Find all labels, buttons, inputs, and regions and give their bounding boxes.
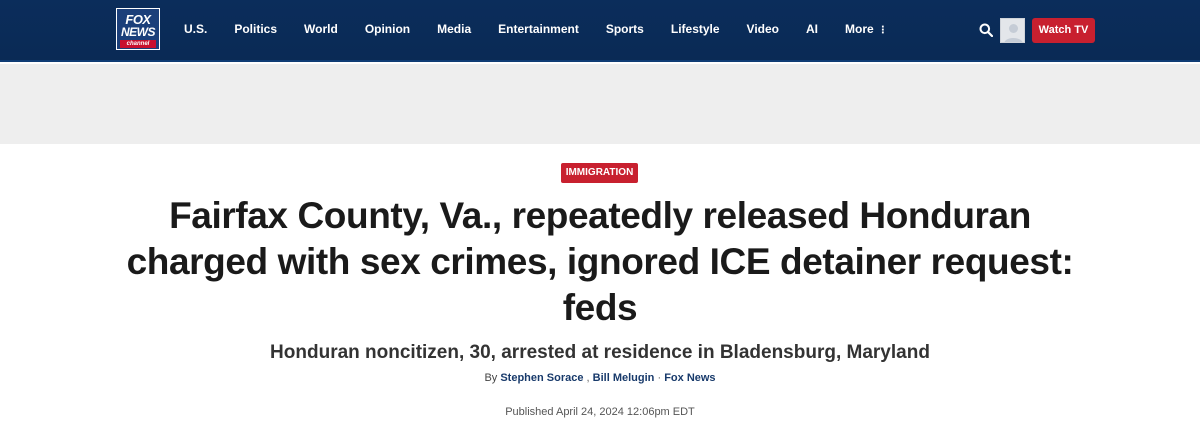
nav-item-opinion[interactable]: Opinion: [365, 22, 410, 36]
nav-item-more[interactable]: More ⋮: [845, 22, 888, 36]
nav-item-sports[interactable]: Sports: [606, 22, 644, 36]
logo-line-3: channel: [120, 40, 156, 48]
category-badge[interactable]: IMMIGRATION: [561, 163, 638, 183]
nav-item-ai[interactable]: AI: [806, 22, 818, 36]
article-headline: Fairfax County, Va., repeatedly released…: [126, 195, 1074, 328]
search-icon[interactable]: [979, 23, 994, 38]
more-dots-icon: ⋮: [877, 25, 888, 36]
ad-placeholder: [0, 64, 1200, 144]
nav-item-more-label: More: [845, 22, 874, 36]
nav-item-lifestyle[interactable]: Lifestyle: [671, 22, 720, 36]
nav-item-video[interactable]: Video: [747, 22, 779, 36]
byline-dot: ·: [657, 372, 662, 384]
fox-news-logo[interactable]: FOX NEWS channel: [116, 8, 160, 50]
byline: By Stephen Sorace , Bill Melugin · Fox N…: [100, 370, 1100, 386]
nav-item-media[interactable]: Media: [437, 22, 471, 36]
nav-item-world[interactable]: World: [304, 22, 338, 36]
published-timestamp: Published April 24, 2024 12:06pm EDT: [505, 406, 695, 418]
author-separator: ,: [586, 372, 590, 384]
author-link[interactable]: Bill Melugin: [593, 372, 655, 384]
nav-item-us[interactable]: U.S.: [184, 22, 207, 36]
source-link[interactable]: Fox News: [664, 372, 715, 384]
nav-item-entertainment[interactable]: Entertainment: [498, 22, 579, 36]
author-link[interactable]: Stephen Sorace: [500, 372, 583, 384]
logo-line-2: NEWS: [121, 25, 156, 39]
top-navbar: FOX NEWS channel U.S. Politics World Opi…: [0, 0, 1200, 62]
nav-item-politics[interactable]: Politics: [234, 22, 277, 36]
byline-prefix: By: [484, 372, 498, 384]
user-avatar-icon[interactable]: [1000, 18, 1025, 43]
watch-tv-button[interactable]: Watch TV: [1032, 18, 1095, 43]
main-nav: U.S. Politics World Opinion Media Entert…: [184, 0, 915, 58]
article-subhead: Honduran noncitizen, 30, arrested at res…: [270, 342, 930, 363]
